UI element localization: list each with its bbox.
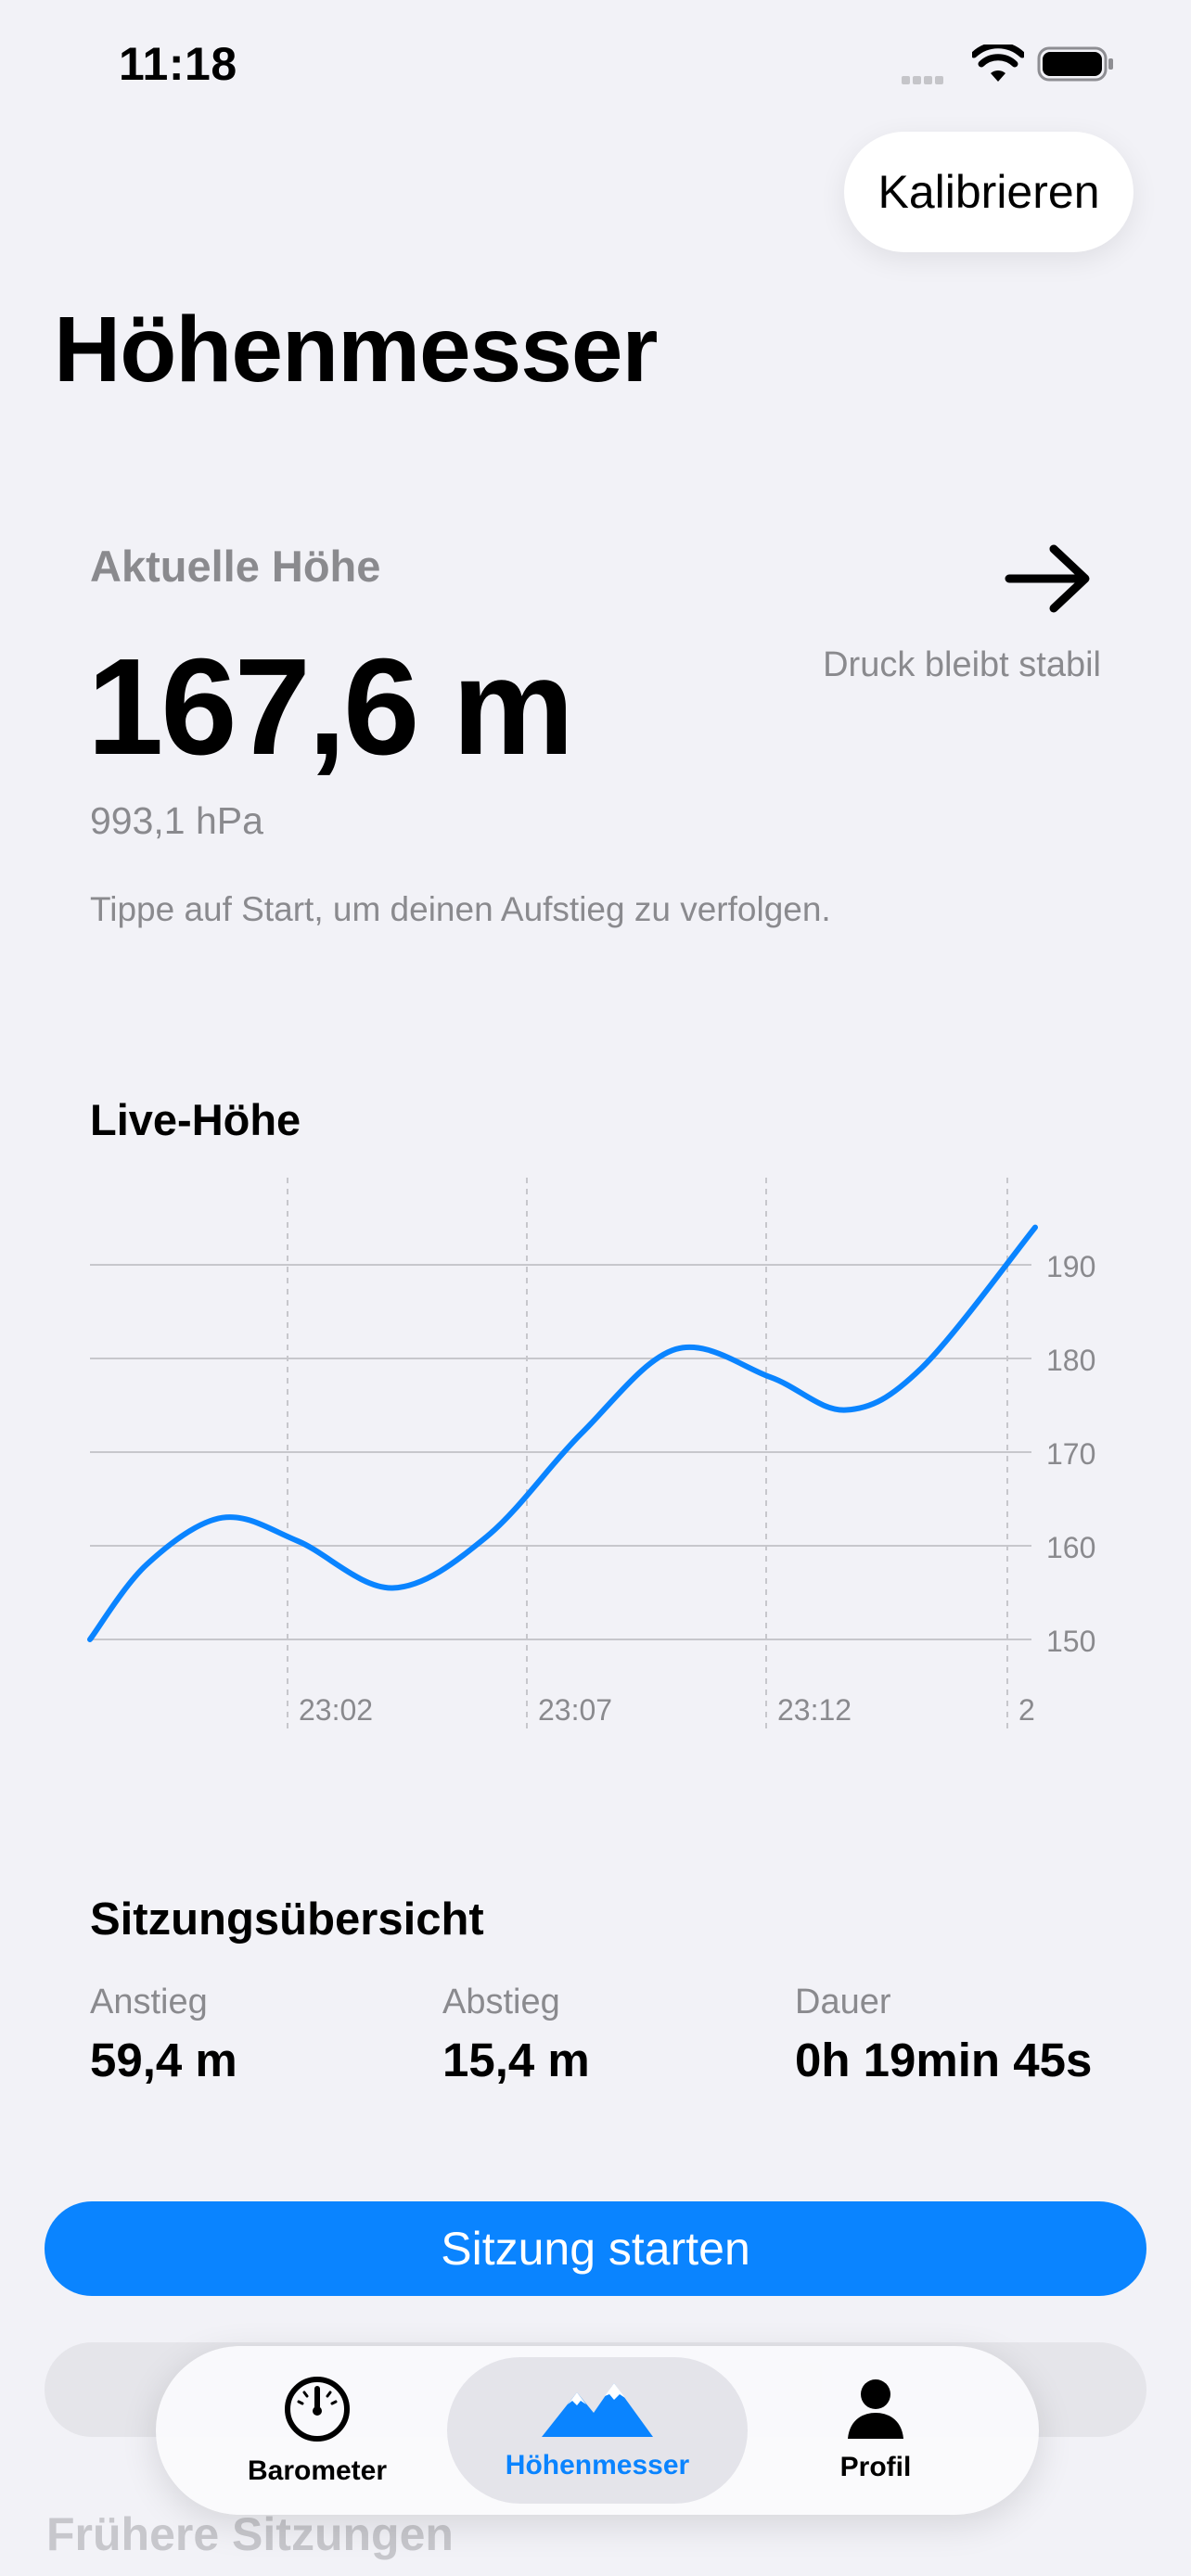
page-title: Höhenmesser	[54, 298, 658, 402]
duration-label: Dauer	[795, 1983, 891, 2021]
tab-altimeter[interactable]: Höhenmesser	[492, 2346, 703, 2515]
chart-ytick-170: 170	[1046, 1437, 1095, 1471]
chart-series-line	[87, 1224, 1038, 1642]
chart-ytick-150: 150	[1046, 1625, 1095, 1658]
descent-label: Abstieg	[442, 1983, 560, 2021]
earlier-sessions-title: Frühere Sitzungen	[46, 2508, 454, 2560]
ascent-label: Anstieg	[90, 1983, 208, 2021]
chart-ytick-160: 160	[1046, 1531, 1095, 1564]
altitude-line-chart: 150 160 170 180 190 23:02 23:07 23:12 2	[87, 1178, 1095, 1729]
current-altitude-label: Aktuelle Höhe	[90, 542, 381, 591]
person-icon	[848, 2379, 903, 2439]
tab-label-barometer: Barometer	[247, 2455, 388, 2486]
live-chart-title: Live-Höhe	[90, 1095, 301, 1144]
cellular-icon	[902, 72, 946, 89]
chart-ytick-180: 180	[1046, 1344, 1095, 1377]
status-time: 11:18	[119, 38, 237, 90]
arrow-right-icon	[1005, 544, 1090, 613]
chart-xtick-1: 23:07	[538, 1693, 612, 1727]
session-summary-title: Sitzungsübersicht	[90, 1894, 484, 1945]
chart-xtick-3: 2	[1018, 1693, 1035, 1727]
battery-icon	[1037, 46, 1113, 82]
gauge-icon	[285, 2377, 350, 2442]
pressure-trend: Druck bleibt stabil	[823, 645, 1101, 684]
start-hint: Tippe auf Start, um deinen Aufstieg zu v…	[90, 890, 831, 928]
tab-profile[interactable]: Profil	[770, 2346, 981, 2515]
calibrate-button[interactable]: Kalibrieren	[844, 132, 1133, 252]
wifi-icon	[972, 45, 1024, 82]
chart-xtick-2: 23:12	[777, 1693, 852, 1727]
duration-value: 0h 19min 45s	[795, 2034, 1093, 2086]
ascent-value: 59,4 m	[90, 2034, 237, 2086]
tab-label-altimeter: Höhenmesser	[505, 2450, 690, 2480]
chart-ytick-190: 190	[1046, 1250, 1095, 1283]
start-session-button[interactable]: Sitzung starten	[45, 2201, 1146, 2296]
tab-barometer[interactable]: Barometer	[211, 2346, 423, 2515]
session-summary-card	[70, 1845, 1135, 2142]
pressure-value: 993,1 hPa	[90, 799, 263, 842]
chart-xtick-0: 23:02	[299, 1693, 373, 1727]
tab-label-profile: Profil	[839, 2452, 912, 2482]
current-altitude-value: 167,6 m	[87, 631, 574, 784]
descent-value: 15,4 m	[442, 2034, 590, 2086]
mountain-icon	[542, 2383, 653, 2437]
